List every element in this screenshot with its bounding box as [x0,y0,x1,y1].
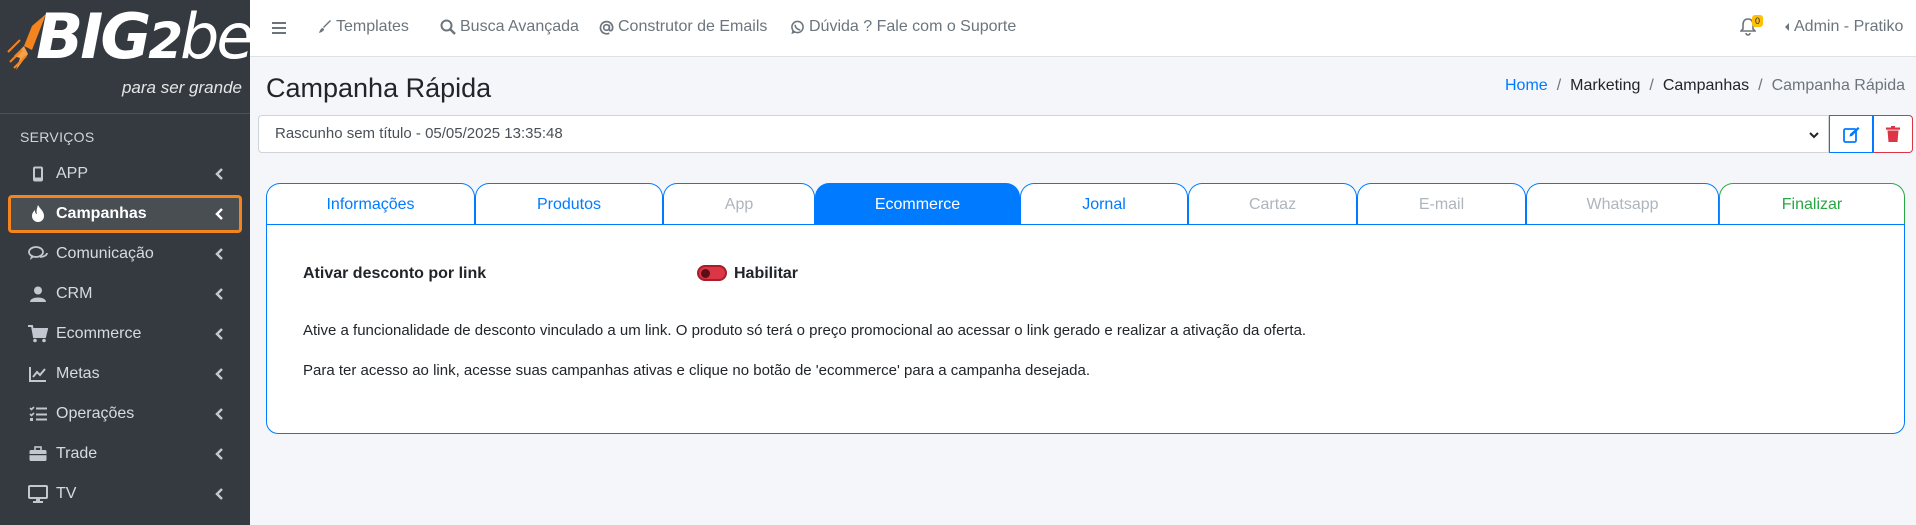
chevron-left-icon [215,368,223,380]
link-discount-label: Ativar desconto por link [303,265,487,282]
description-paragraph-2: Para ter acesso ao link, acesse suas cam… [303,362,1091,379]
chevron-left-icon [215,288,223,300]
breadcrumb-separator: / [1556,77,1562,94]
chevron-left-icon [215,168,223,180]
tab-finalizar[interactable]: Finalizar [1719,183,1905,225]
breadcrumb-home[interactable]: Home [1505,77,1548,95]
nav-link-templates[interactable]: Templates [318,18,409,36]
trash-icon [1886,126,1900,142]
sidebar-item-label: Comunicação [56,245,154,262]
brush-icon [319,20,331,33]
edit-icon [1842,126,1859,143]
mobile-icon [28,164,48,184]
breadcrumb: Home / Marketing / Campanhas / Campanha … [1505,77,1905,95]
breadcrumb-current: Campanha Rápida [1771,77,1905,94]
chevron-left-icon [215,408,223,420]
sidebar-item-label: Campanhas [56,205,147,222]
sidebar-item-label: APP [56,165,89,182]
breadcrumb-separator: / [1758,77,1763,94]
tab-app[interactable]: App [663,183,815,225]
sidebar-item-label: Metas [56,365,100,382]
chevron-left-icon [215,208,223,220]
tab-informacoes[interactable]: Informações [266,183,475,225]
breadcrumb-marketing[interactable]: Marketing [1570,77,1640,95]
sidebar-item-comunicacao[interactable]: Comunicação [8,235,242,273]
nav-link-busca-avancada[interactable]: Busca Avançada [440,18,579,36]
nav-link-suporte[interactable]: Dúvida ? Fale com o Suporte [790,18,1016,36]
at-icon [599,20,614,35]
sidebar-item-campanhas[interactable]: Campanhas [8,195,242,233]
tab-cartaz[interactable]: Cartaz [1188,183,1357,225]
whatsapp-icon [791,20,804,34]
toggle-knob [701,269,710,278]
chevron-left-icon [215,248,223,260]
logo-tagline: para ser grande [121,78,242,97]
draft-select-value: Rascunho sem título - 05/05/2025 13:35:4… [275,125,563,142]
sidebar-item-label: Operações [56,405,135,422]
page-title: Campanha Rápida [266,73,492,103]
tab-email[interactable]: E-mail [1357,183,1526,225]
caret-left-icon [1785,23,1789,31]
chevron-left-icon [215,328,223,340]
ecommerce-tab-panel: Ativar desconto por link Habilitar Ative… [266,224,1905,434]
logo-wordmark: BIG2be [36,0,250,73]
sidebar-item-app[interactable]: APP [8,155,242,193]
sidebar-nav: APP Campanhas Comunicação CRM Ecommerce … [8,155,242,515]
tab-jornal[interactable]: Jornal [1020,183,1188,225]
description-paragraph-1: Ative a funcionalidade de desconto vincu… [303,322,1307,339]
sidebar-item-label: Trade [56,445,98,462]
user-menu-label: Admin - Pratiko [1794,18,1904,35]
nav-link-construtor-emails[interactable]: Construtor de Emails [599,18,767,36]
search-icon [440,19,456,35]
chevron-left-icon [215,448,223,460]
hamburger-menu-icon[interactable] [270,19,290,37]
delete-draft-button[interactable] [1873,115,1913,153]
sidebar-item-tv[interactable]: TV [8,475,242,513]
chart-line-icon [28,364,48,384]
sidebar-item-crm[interactable]: CRM [8,275,242,313]
fire-icon [28,204,48,224]
tasks-icon [28,404,48,424]
chevron-left-icon [215,488,223,500]
toggle-label[interactable]: Habilitar [734,265,798,283]
user-icon [28,284,48,304]
comments-icon [28,244,48,264]
sidebar-item-trade[interactable]: Trade [8,435,242,473]
tab-produtos[interactable]: Produtos [475,183,663,225]
chevron-down-icon [1809,132,1819,139]
sidebar-item-label: TV [56,485,77,502]
sidebar: BIG2be para ser grande SERVIÇOS APP Camp… [0,0,250,525]
link-discount-toggle[interactable] [697,265,727,281]
notification-count-badge: 0 [1752,15,1764,27]
cart-icon [28,324,48,344]
nav-section-header: SERVIÇOS [20,129,95,145]
top-navbar: Templates Busca Avançada Construtor de E… [250,0,1916,57]
sidebar-item-label: CRM [56,285,93,302]
sidebar-item-label: Ecommerce [56,325,142,342]
brand-logo[interactable]: BIG2be para ser grande [0,0,250,114]
draft-select[interactable]: Rascunho sem título - 05/05/2025 13:35:4… [258,115,1829,153]
breadcrumb-separator: / [1649,77,1654,94]
notifications-button[interactable]: 0 [1739,15,1764,40]
briefcase-icon [28,444,48,464]
tab-whatsapp[interactable]: Whatsapp [1526,183,1719,225]
tab-ecommerce[interactable]: Ecommerce [815,183,1020,225]
user-menu[interactable]: Admin - Pratiko [1783,18,1903,36]
sidebar-item-ecommerce[interactable]: Ecommerce [8,315,242,353]
sidebar-item-operacoes[interactable]: Operações [8,395,242,433]
sidebar-item-metas[interactable]: Metas [8,355,242,393]
edit-draft-button[interactable] [1829,115,1873,153]
desktop-icon [28,484,48,504]
breadcrumb-campanhas[interactable]: Campanhas [1663,77,1749,95]
